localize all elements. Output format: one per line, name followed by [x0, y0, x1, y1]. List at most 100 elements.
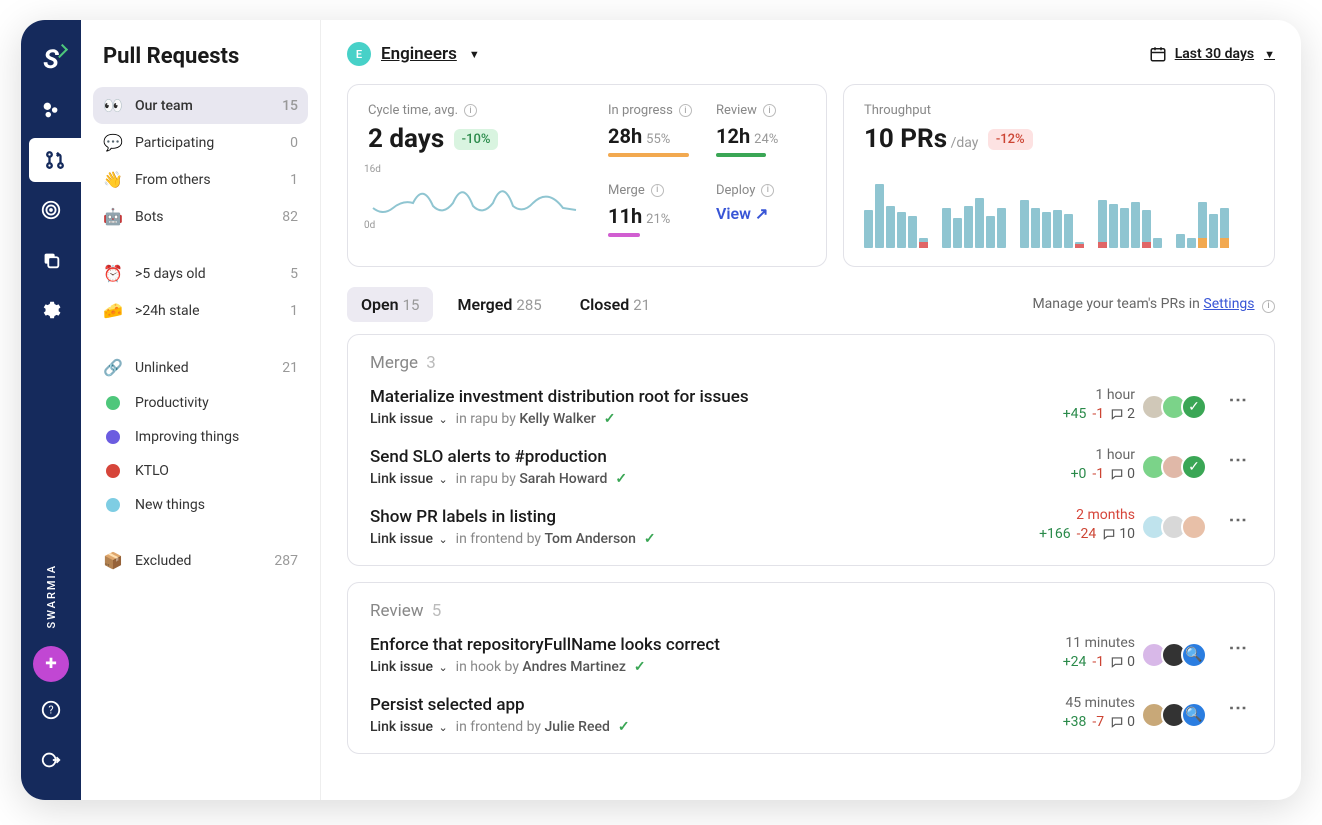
pr-title: Send SLO alerts to #production: [370, 447, 1059, 467]
pr-time: 1 hour: [1063, 387, 1135, 403]
svg-text:?: ?: [48, 704, 53, 717]
team-selector[interactable]: E Engineers ▼: [347, 42, 480, 66]
info-icon[interactable]: i: [761, 184, 774, 197]
throughput-value: 10 PRs: [864, 124, 947, 154]
metric-review: Reviewi12h24%: [716, 103, 806, 169]
additions: +45: [1063, 406, 1087, 422]
pr-row[interactable]: Enforce that repositoryFullName looks co…: [370, 635, 1252, 675]
avatar: [1181, 514, 1207, 540]
sidebar-item-our-team[interactable]: 👀Our team15: [93, 87, 308, 124]
sidebar-item-improving-things[interactable]: Improving things: [93, 420, 308, 454]
comments-count: 0: [1110, 714, 1135, 730]
date-range-selector[interactable]: Last 30 days ▼: [1149, 45, 1275, 63]
link-issue-button[interactable]: Link issue ⌄: [370, 659, 448, 675]
sidebar-item-excluded[interactable]: 📦Excluded287: [93, 542, 308, 579]
check-icon: ✓: [618, 719, 630, 735]
comments-count: 0: [1110, 654, 1135, 670]
more-icon[interactable]: ⋮: [1223, 695, 1252, 735]
avatar-stack: 🔍: [1147, 635, 1207, 675]
status-badge: 🔍: [1181, 702, 1207, 728]
info-icon[interactable]: i: [1262, 300, 1275, 313]
sidebar-item-ktlo[interactable]: KTLO: [93, 454, 308, 488]
deletions: -7: [1092, 714, 1104, 730]
sidebar-emoji-icon: 👀: [103, 96, 123, 115]
deploy-view-link[interactable]: View ↗: [716, 204, 768, 223]
more-icon[interactable]: ⋮: [1223, 387, 1252, 427]
sidebar-item-from-others[interactable]: 👋From others1: [93, 161, 308, 198]
link-issue-button[interactable]: Link issue ⌄: [370, 719, 448, 735]
comment-icon: [1110, 715, 1124, 729]
nav-help-icon[interactable]: ?: [29, 688, 73, 732]
nav-pull-requests-icon[interactable]: [29, 138, 81, 182]
info-icon[interactable]: i: [651, 184, 664, 197]
sidebar-emoji-icon: 🔗: [103, 358, 123, 377]
status-badge: ✓: [1181, 454, 1207, 480]
sidebar-item-new-things[interactable]: New things: [93, 488, 308, 522]
pr-row[interactable]: Materialize investment distribution root…: [370, 387, 1252, 427]
tab-merged[interactable]: Merged285: [443, 287, 555, 322]
tab-closed[interactable]: Closed21: [566, 287, 664, 322]
calendar-icon: [1149, 45, 1167, 63]
pr-section-merge: Merge 3Materialize investment distributi…: [347, 334, 1275, 566]
comments-count: 0: [1110, 466, 1135, 482]
user-avatar[interactable]: ✚: [33, 646, 69, 682]
sidebar-item--24h-stale[interactable]: 🧀>24h stale1: [93, 292, 308, 329]
more-icon[interactable]: ⋮: [1223, 507, 1252, 547]
info-icon[interactable]: i: [763, 104, 776, 117]
settings-link[interactable]: Settings: [1203, 296, 1254, 312]
pr-row[interactable]: Show PR labels in listingLink issue ⌄in …: [370, 507, 1252, 547]
check-icon: ✓: [604, 411, 616, 427]
avatar-stack: ✓: [1147, 447, 1207, 487]
sidebar-emoji-icon: 🧀: [103, 301, 123, 320]
nav-copy-icon[interactable]: [29, 238, 73, 282]
cycle-time-card: Cycle time, avg.i 2 days -10% 16d 0d In …: [347, 84, 827, 267]
link-issue-button[interactable]: Link issue ⌄: [370, 531, 448, 547]
comment-icon: [1110, 467, 1124, 481]
sidebar-emoji-icon: 💬: [103, 133, 123, 152]
sidebar-item-participating[interactable]: 💬Participating0: [93, 124, 308, 161]
deletions: -1: [1092, 654, 1104, 670]
info-icon[interactable]: i: [464, 104, 477, 117]
nav-home-icon[interactable]: [29, 88, 73, 132]
cycle-delta: -10%: [454, 129, 499, 150]
pr-row[interactable]: Persist selected appLink issue ⌄in front…: [370, 695, 1252, 735]
chevron-down-icon: ▼: [469, 48, 480, 61]
info-icon[interactable]: i: [679, 104, 692, 117]
throughput-card: Throughput 10 PRs /day -12%: [843, 84, 1275, 267]
page-title: Pull Requests: [93, 44, 308, 87]
metric-merge: Mergei11h21%: [608, 183, 698, 249]
nav-logout-icon[interactable]: [29, 738, 73, 782]
status-badge: 🔍: [1181, 642, 1207, 668]
sidebar-item-unlinked[interactable]: 🔗Unlinked21: [93, 349, 308, 386]
metric-deploy: DeployiView ↗: [716, 183, 806, 249]
link-issue-button[interactable]: Link issue ⌄: [370, 411, 448, 427]
sidebar: Pull Requests 👀Our team15💬Participating0…: [81, 20, 321, 800]
nav-rail: S SWARMIA ✚ ?: [21, 20, 81, 800]
logo[interactable]: S: [29, 38, 73, 82]
sidebar-item-productivity[interactable]: Productivity: [93, 386, 308, 420]
pr-row[interactable]: Send SLO alerts to #production Link issue…: [370, 447, 1252, 487]
comment-icon: [1110, 655, 1124, 669]
pr-time: 45 minutes: [1063, 695, 1135, 711]
main-content: E Engineers ▼ Last 30 days ▼ Cycle time,…: [321, 20, 1301, 800]
pr-time: 2 months: [1039, 507, 1135, 523]
sidebar-item--5-days-old[interactable]: ⏰>5 days old5: [93, 255, 308, 292]
sidebar-item-bots[interactable]: 🤖Bots82: [93, 198, 308, 235]
status-badge: ✓: [1181, 394, 1207, 420]
avatar-stack: ✓: [1147, 387, 1207, 427]
nav-settings-icon[interactable]: [29, 288, 73, 332]
more-icon[interactable]: ⋮: [1223, 447, 1252, 487]
pr-time: 11 minutes: [1063, 635, 1135, 651]
sidebar-emoji-icon: ⏰: [103, 264, 123, 283]
more-icon[interactable]: ⋮: [1223, 635, 1252, 675]
link-issue-button[interactable]: Link issue ⌄: [370, 471, 448, 487]
category-dot-icon: [106, 396, 120, 410]
comments-count: 2: [1110, 406, 1135, 422]
tab-open[interactable]: Open15: [347, 287, 433, 322]
additions: +0: [1071, 466, 1087, 482]
avatar-stack: 🔍: [1147, 695, 1207, 735]
category-dot-icon: [106, 498, 120, 512]
nav-targets-icon[interactable]: [29, 188, 73, 232]
pr-time: 1 hour: [1071, 447, 1135, 463]
team-badge: E: [347, 42, 371, 66]
